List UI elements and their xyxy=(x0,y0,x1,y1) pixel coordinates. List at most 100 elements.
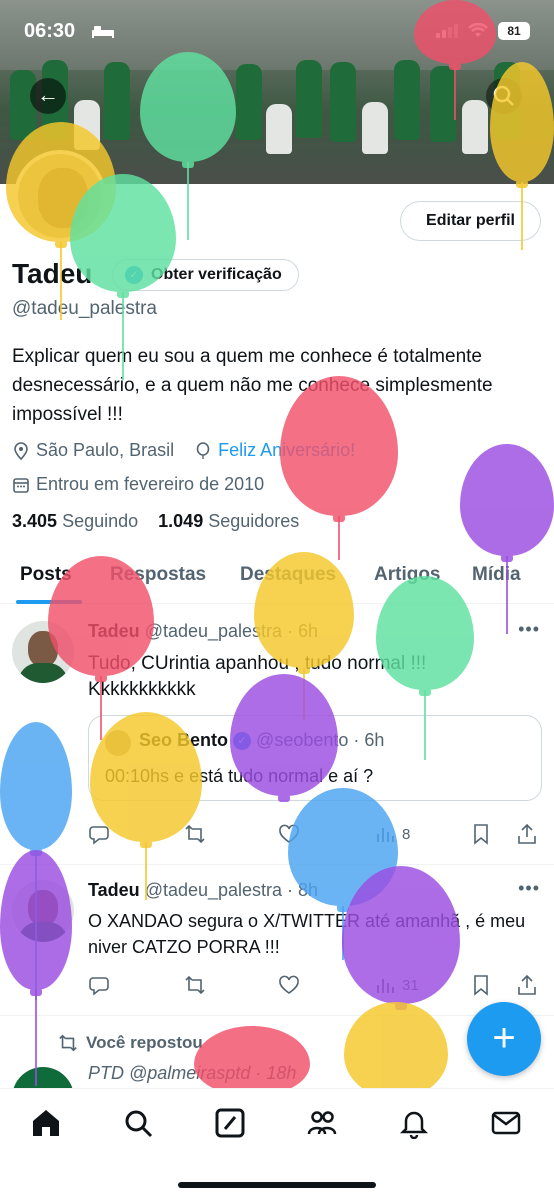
post-author[interactable]: Tadeu xyxy=(88,880,140,900)
signal-icon xyxy=(436,24,458,38)
followers-link[interactable]: 1.049 Seguidores xyxy=(158,511,299,531)
profile-joined: Entrou em fevereiro de 2010 xyxy=(36,474,265,494)
search-icon xyxy=(493,85,514,106)
edit-profile-button[interactable]: Editar perfil xyxy=(400,201,541,241)
battery-icon: 81 xyxy=(498,22,530,40)
views-count: 8 xyxy=(402,825,411,843)
banner-player xyxy=(330,62,356,142)
messages-envelope-icon[interactable] xyxy=(490,1107,522,1139)
bookmark-button[interactable] xyxy=(470,974,492,996)
share-icon xyxy=(518,823,536,844)
post-text: Tudo, CUrintia apanhou , tudo normal !!!… xyxy=(88,653,427,700)
banner-player xyxy=(266,104,292,154)
banner-player xyxy=(104,62,130,140)
views-button[interactable]: 31 xyxy=(374,974,419,996)
wifi-icon xyxy=(468,23,488,37)
like-button[interactable] xyxy=(278,823,300,845)
profile-handle: @tadeu_palestra xyxy=(12,298,157,319)
repost-button[interactable] xyxy=(184,974,206,996)
repost-label: Você repostou xyxy=(86,1033,203,1052)
profile-avatar[interactable] xyxy=(14,150,106,242)
profile-meta-row: São Paulo, Brasil Feliz Aniversário! xyxy=(12,440,355,461)
status-indicators: 81 xyxy=(436,22,530,40)
reply-icon xyxy=(89,977,109,996)
home-indicator xyxy=(178,1182,376,1188)
quote-author: Seo Bento xyxy=(139,730,229,750)
sleep-focus-icon xyxy=(92,26,114,38)
banner-player xyxy=(462,100,488,154)
repost-icon xyxy=(185,975,205,995)
banner-player xyxy=(362,102,388,154)
post-header: Tadeu @tadeu_palestra · 6h xyxy=(88,621,318,642)
birthday-link[interactable]: Feliz Aniversário! xyxy=(218,440,355,461)
bookmark-button[interactable] xyxy=(470,823,492,845)
post-header: Tadeu @tadeu_palestra · 8h xyxy=(88,880,318,901)
status-bar: 06:30 81 xyxy=(0,0,554,60)
heart-icon xyxy=(279,824,299,843)
verified-badge-icon: ✓ xyxy=(233,732,252,751)
post-item[interactable]: Tadeu @tadeu_palestra · 8h ••• O XANDAO … xyxy=(0,866,554,1016)
quote-avatar xyxy=(105,730,131,756)
views-button[interactable]: 8 xyxy=(374,823,410,845)
post-avatar[interactable] xyxy=(12,880,74,942)
grok-icon[interactable] xyxy=(214,1107,246,1139)
tab-posts[interactable]: Posts xyxy=(20,564,72,586)
profile-tabs: Posts Respostas Destaques Artigos Mídia xyxy=(0,558,554,604)
quoted-post[interactable]: Seo Bento ✓ @seobento · 6h 00:10hs e est… xyxy=(88,715,542,801)
profile-joined-row: Entrou em fevereiro de 2010 xyxy=(12,474,264,495)
post-avatar[interactable] xyxy=(12,621,74,683)
banner-player xyxy=(236,64,262,140)
post-text: O XANDAO segura o X/TWITTER até amanhã ,… xyxy=(88,911,526,957)
repost-indicator: Você repostou xyxy=(58,1033,203,1053)
home-icon[interactable] xyxy=(30,1107,62,1139)
get-verified-label: Obter verificação xyxy=(151,266,282,283)
profile-location: São Paulo, Brasil xyxy=(36,440,175,460)
repost-icon xyxy=(59,1034,77,1052)
views-chart-icon xyxy=(377,979,394,993)
verified-badge-icon: ✓ xyxy=(125,266,143,284)
quote-meta: @seobento · 6h xyxy=(256,730,385,750)
views-chart-icon xyxy=(377,828,394,842)
tab-media[interactable]: Mídia xyxy=(472,564,521,586)
get-verified-button[interactable]: ✓ Obter verificação xyxy=(112,259,299,291)
status-time: 06:30 xyxy=(24,20,76,42)
share-button[interactable] xyxy=(516,974,538,996)
quote-header: Seo Bento ✓ @seobento · 6h xyxy=(139,730,384,751)
share-button[interactable] xyxy=(516,823,538,845)
following-link[interactable]: 3.405 Seguindo xyxy=(12,511,138,531)
location-pin-icon xyxy=(14,441,28,460)
communities-icon[interactable] xyxy=(306,1107,338,1139)
profile-bio: Explicar quem eu sou a quem me conhece é… xyxy=(12,346,493,425)
post-meta: @tadeu_palestra · 6h xyxy=(144,621,319,641)
repost-icon xyxy=(185,824,205,844)
bookmark-icon xyxy=(474,975,488,996)
tab-highlights[interactable]: Destaques xyxy=(240,564,336,586)
repost-button[interactable] xyxy=(184,823,206,845)
compose-post-button[interactable]: + xyxy=(467,1002,541,1076)
post-actions: 8 xyxy=(88,823,542,847)
tab-articles[interactable]: Artigos xyxy=(374,564,441,586)
tab-replies[interactable]: Respostas xyxy=(110,564,206,586)
reply-button[interactable] xyxy=(88,974,110,996)
more-options-icon[interactable]: ••• xyxy=(518,878,540,899)
reply-button[interactable] xyxy=(88,823,110,845)
notifications-bell-icon[interactable] xyxy=(398,1107,430,1139)
like-button[interactable] xyxy=(278,974,300,996)
follow-stats: 3.405 Seguindo 1.049 Seguidores xyxy=(12,511,299,532)
views-count: 31 xyxy=(402,976,419,994)
post-actions: 31 xyxy=(88,974,542,998)
balloon-icon xyxy=(196,441,210,459)
banner-player xyxy=(296,60,322,138)
profile-name: Tadeu xyxy=(12,258,93,289)
heart-icon xyxy=(279,975,299,994)
post-meta: @tadeu_palestra · 8h xyxy=(144,880,319,900)
post-item[interactable]: Tadeu @tadeu_palestra · 6h ••• Tudo, CUr… xyxy=(0,605,554,865)
post-author[interactable]: Tadeu xyxy=(88,621,140,641)
back-button[interactable]: ← xyxy=(30,78,66,114)
bookmark-icon xyxy=(474,824,488,845)
balloon-decoration xyxy=(460,444,554,562)
search-button[interactable] xyxy=(486,78,522,114)
balloon-string xyxy=(338,516,340,560)
search-icon[interactable] xyxy=(122,1107,154,1139)
more-options-icon[interactable]: ••• xyxy=(518,619,540,640)
